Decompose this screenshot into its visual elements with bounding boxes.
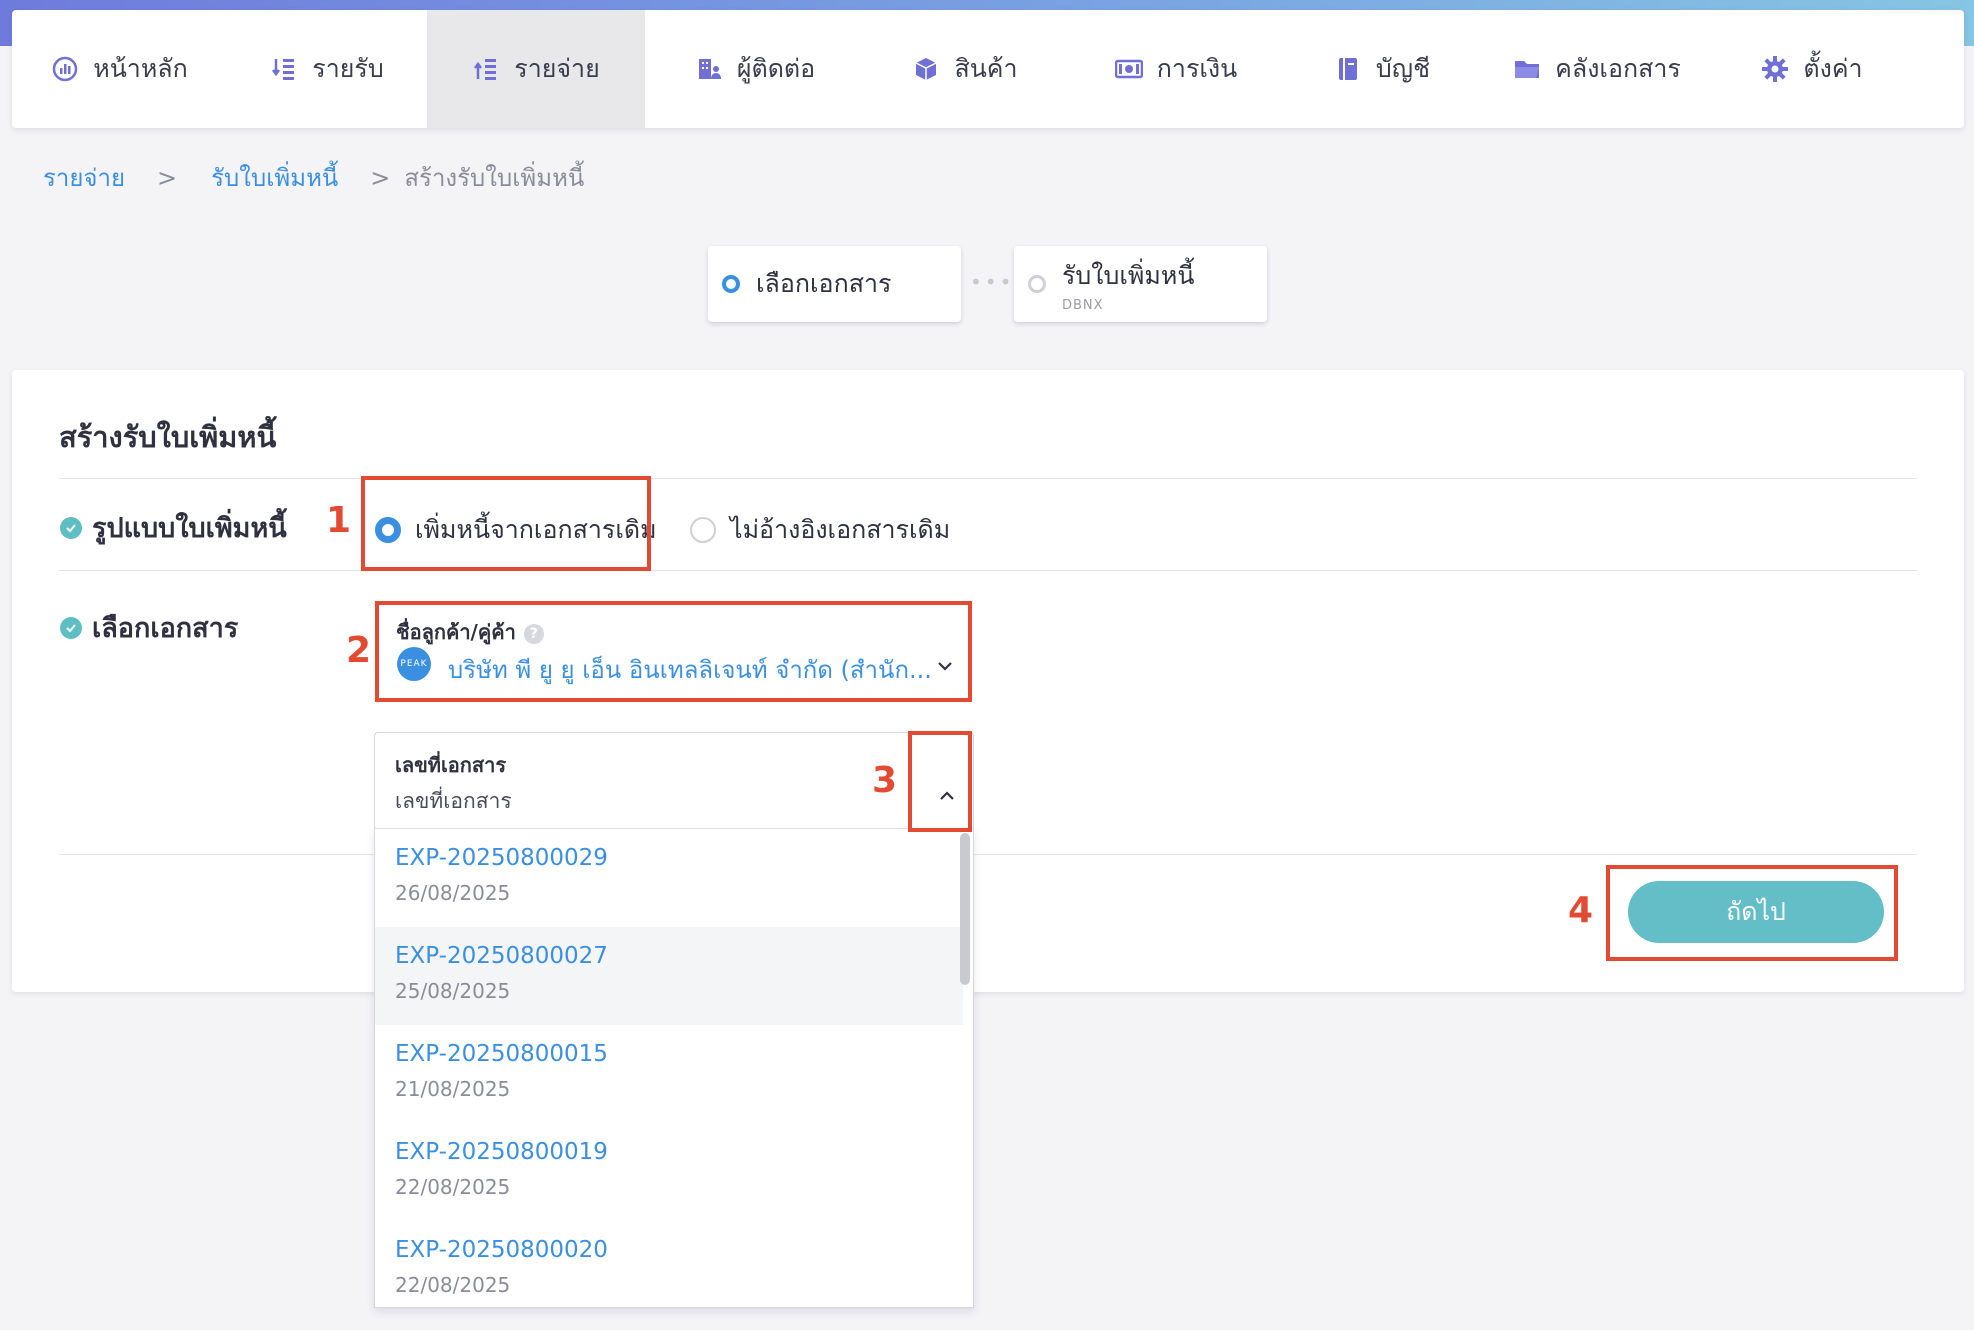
step-label: รับใบเพิ่มหนี้ [1062,260,1195,290]
annotation-box-3 [908,731,972,832]
divider [59,854,1917,855]
nav-label: รายจ่าย [514,54,600,83]
dashboard-icon [51,55,79,83]
step-active-indicator [722,275,740,293]
step-sublabel: DBNX [1062,297,1104,313]
annotation-number-2: 2 [346,630,372,671]
product-box-icon [912,55,940,83]
document-dropdown-list[interactable]: EXP-20250800029 26/08/2025 EXP-202508000… [374,828,974,1308]
radio-unselected-indicator [690,517,716,543]
option-date: 22/08/2025 [395,1175,511,1199]
step-debit-note[interactable]: รับใบเพิ่มหนี้ DBNX [1014,246,1267,322]
nav-item-expense[interactable]: รายจ่าย [427,10,645,128]
nav-label: คลังเอกสาร [1555,54,1681,83]
option-code: EXP-20250800020 [395,1237,608,1263]
option-date: 21/08/2025 [395,1077,511,1101]
nav-item-home[interactable]: หน้าหลัก [12,10,227,128]
annotation-box-2 [375,601,972,702]
contacts-icon [695,55,723,83]
format-label: รูปแบบใบเพิ่มหนี้ [92,513,287,544]
divider [59,570,1917,571]
nav-item-products[interactable]: สินค้า [865,10,1065,128]
annotation-number-4: 4 [1568,890,1594,931]
divider [59,478,1917,479]
option-code: EXP-20250800027 [395,943,608,969]
nav-label: หน้าหลัก [93,54,188,83]
format-row-label: รูปแบบใบเพิ่มหนี้ [60,506,287,549]
gear-icon [1761,55,1789,83]
folder-icon [1513,55,1541,83]
nav-item-documents[interactable]: คลังเอกสาร [1477,10,1717,128]
breadcrumb-separator: > [370,163,391,192]
page-title: สร้างรับใบเพิ่มหนี้ [59,420,277,454]
breadcrumb-separator: > [157,163,178,192]
nav-item-income[interactable]: รายรับ [227,10,427,128]
breadcrumb: รายจ่าย > รับใบเพิ่มหนี้ > สร้างรับใบเพิ… [43,158,584,197]
expense-icon [472,55,500,83]
dropdown-option[interactable]: EXP-20250800019 22/08/2025 [375,1123,963,1221]
nav-label: ผู้ติดต่อ [736,54,816,83]
dropdown-option[interactable]: EXP-20250800029 26/08/2025 [375,829,963,927]
annotation-box-4 [1606,865,1898,961]
annotation-box-1 [361,476,651,571]
step-connector: ••• [970,270,1015,294]
check-circle-icon [60,516,82,539]
income-icon [270,55,298,83]
option-date: 22/08/2025 [395,1273,511,1297]
nav-label: สินค้า [954,54,1018,83]
breadcrumb-debit-note-list[interactable]: รับใบเพิ่มหนี้ [211,158,338,197]
radio-no-reference[interactable]: ไม่อ้างอิงเอกสารเดิม [690,510,950,550]
money-icon [1114,55,1143,83]
dropdown-scrollbar[interactable] [960,833,970,985]
select-doc-row-label: เลือกเอกสาร [60,606,238,649]
dropdown-option[interactable]: EXP-20250800020 22/08/2025 [375,1221,963,1307]
option-code: EXP-20250800029 [395,845,608,871]
nav-item-accounting[interactable]: บัญชี [1287,10,1477,128]
dropdown-option[interactable]: EXP-20250800027 25/08/2025 [375,927,963,1025]
nav-label: ตั้งค่า [1803,54,1863,83]
option-date: 25/08/2025 [395,979,511,1003]
step-label: เลือกเอกสาร [756,269,892,298]
breadcrumb-current: สร้างรับใบเพิ่มหนี้ [404,164,585,192]
nav-item-settings[interactable]: ตั้งค่า [1717,10,1907,128]
nav-label: รายรับ [312,54,384,83]
annotation-number-1: 1 [326,500,352,541]
nav-item-contacts[interactable]: ผู้ติดต่อ [645,10,865,128]
breadcrumb-expense[interactable]: รายจ่าย [43,158,125,197]
ledger-icon [1334,55,1362,83]
check-circle-icon [60,616,82,639]
option-code: EXP-20250800019 [395,1139,608,1165]
main-nav: หน้าหลัก รายรับ รายจ่าย ผู้ติดต่อ สินค้า… [12,10,1964,128]
nav-item-finance[interactable]: การเงิน [1065,10,1287,128]
nav-label: บัญชี [1375,54,1431,83]
docno-label: เลขที่เอกสาร [395,753,507,777]
step-select-document[interactable]: เลือกเอกสาร [708,246,961,322]
option-code: EXP-20250800015 [395,1041,608,1067]
option-date: 26/08/2025 [395,881,511,905]
docno-placeholder: เลขที่เอกสาร [395,789,512,813]
radio-label: ไม่อ้างอิงเอกสารเดิม [730,515,951,544]
dropdown-option[interactable]: EXP-20250800015 21/08/2025 [375,1025,963,1123]
annotation-number-3: 3 [872,760,898,801]
nav-label: การเงิน [1156,54,1238,83]
select-doc-label: เลือกเอกสาร [92,613,239,644]
step-inactive-indicator [1028,275,1046,293]
